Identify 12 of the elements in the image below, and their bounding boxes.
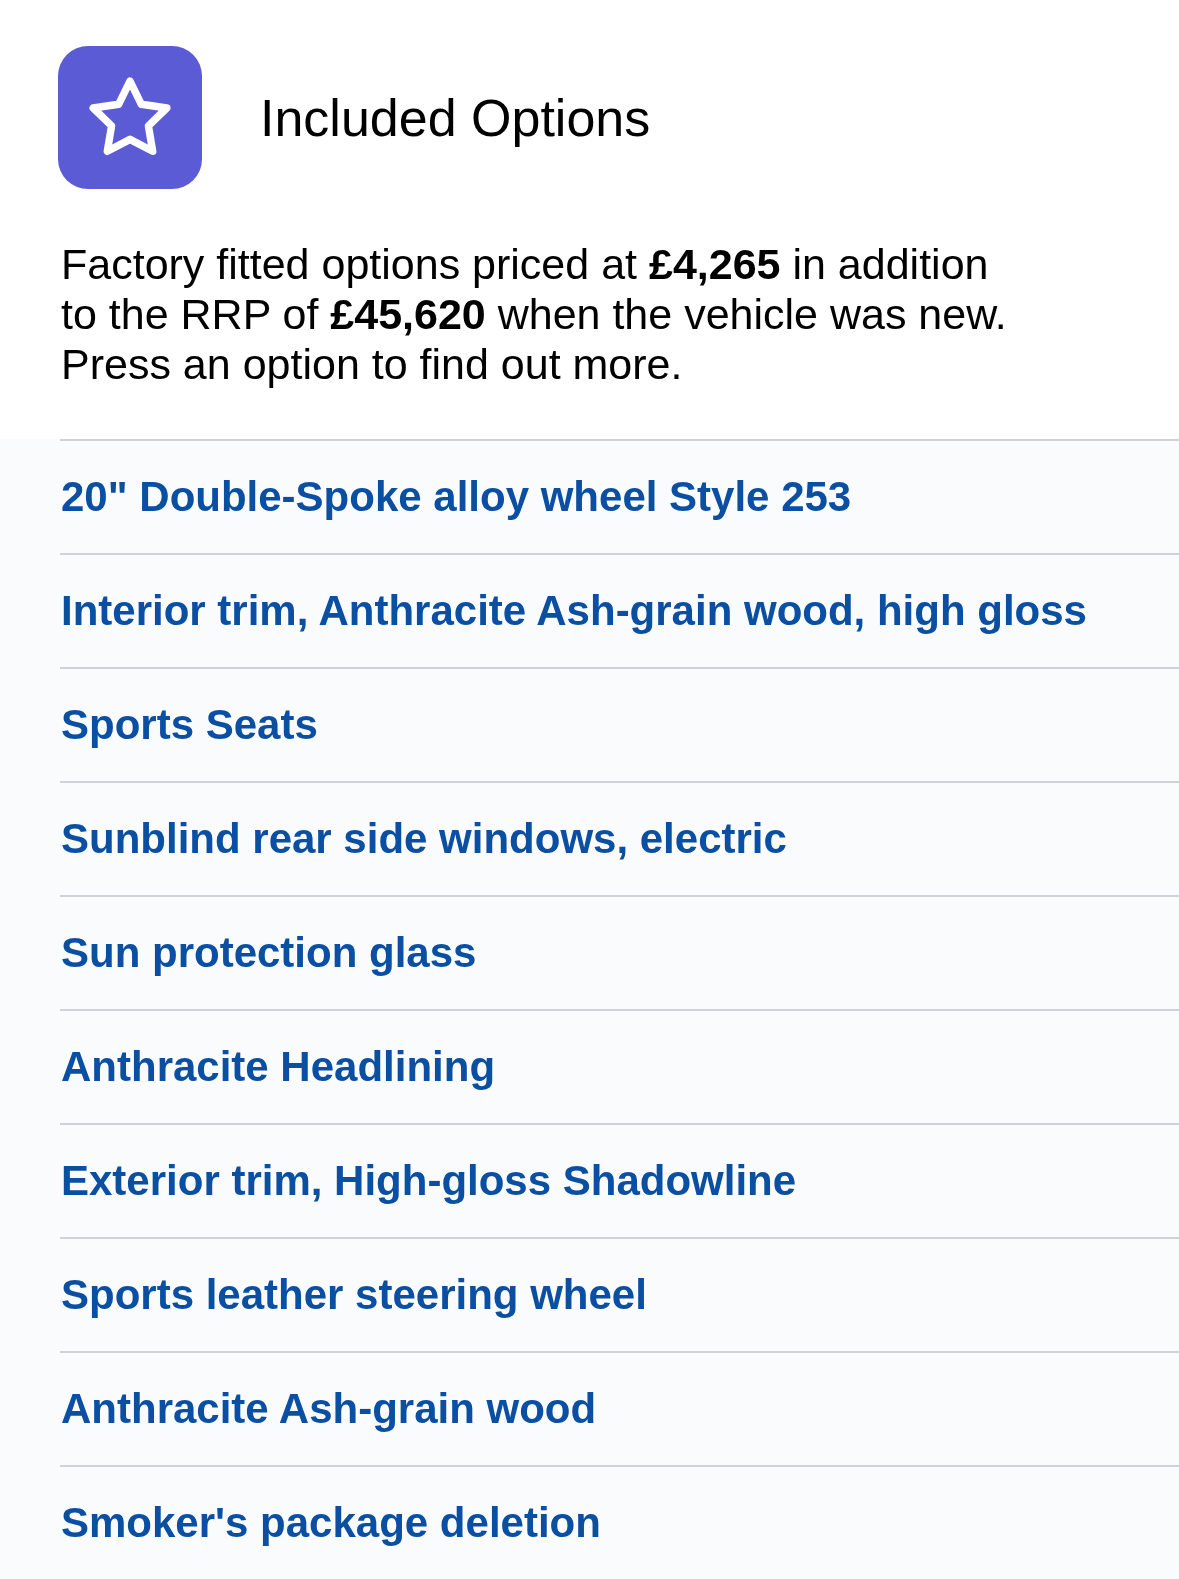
intro-paragraph: Factory fitted options priced at £4,265 in addition to the RRP of £45,620 when the vehicle was new. Press an option to find out more. (61, 239, 1008, 389)
option-link[interactable]: Sunblind rear side windows, electric (61, 814, 787, 864)
option-link[interactable]: Interior trim, Anthracite Ash-grain wood, high gloss (61, 586, 1087, 636)
option-link[interactable]: Anthracite Headlining (61, 1042, 496, 1092)
option-link[interactable]: Sun protection glass (61, 928, 477, 978)
option-link[interactable]: Sports Seats (61, 700, 318, 750)
option-link[interactable]: Exterior trim, High-gloss Shadowline (61, 1156, 797, 1206)
option-link[interactable]: Smoker's package deletion (61, 1498, 601, 1548)
option-link[interactable]: Sports leather steering wheel (61, 1270, 647, 1320)
option-link[interactable]: 20" Double-Spoke alloy wheel Style 253 (61, 472, 852, 522)
option-link[interactable]: Anthracite Ash-grain wood (61, 1384, 597, 1434)
section-title: Included Options (260, 87, 651, 148)
